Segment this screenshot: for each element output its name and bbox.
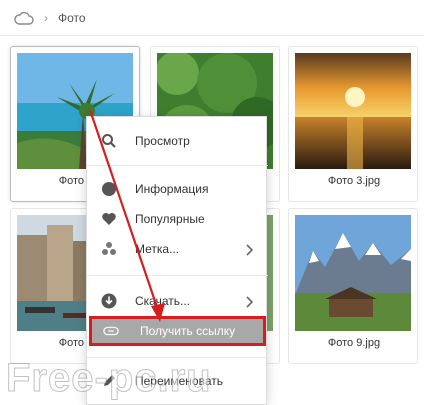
chevron-right-icon: ›	[44, 10, 48, 25]
heart-icon	[101, 211, 117, 227]
menu-item-info[interactable]: Информация	[87, 175, 268, 203]
photo-card[interactable]: Фото 9.jpg	[288, 208, 418, 364]
download-icon	[101, 293, 117, 309]
menu-item-get-link[interactable]: Получить ссылку	[89, 316, 266, 346]
menu-divider	[87, 165, 268, 166]
menu-item-tag[interactable]: Метка...	[87, 235, 268, 263]
tag-icon	[101, 241, 117, 257]
photo-card[interactable]: Фото 3.jpg	[288, 46, 418, 202]
cloud-icon[interactable]	[14, 11, 34, 25]
info-icon	[101, 181, 117, 197]
link-icon	[103, 323, 119, 339]
menu-item-download[interactable]: Скачать...	[87, 287, 268, 315]
photo-thumbnail[interactable]	[295, 53, 411, 169]
search-icon	[101, 133, 117, 149]
menu-divider	[87, 275, 268, 276]
photo-thumbnail[interactable]	[295, 215, 411, 331]
menu-item-view[interactable]: Просмотр	[87, 127, 268, 155]
chevron-right-icon	[246, 243, 254, 256]
watermark-logo: Free-pc.ru	[6, 356, 212, 401]
chevron-right-icon	[246, 295, 254, 308]
breadcrumb: › Фото	[0, 0, 424, 36]
breadcrumb-current[interactable]: Фото	[58, 11, 86, 25]
menu-item-favorites[interactable]: Популярные	[87, 205, 268, 233]
photo-caption: Фото 3.jpg	[327, 175, 381, 187]
photo-caption: Фото 9.jpg	[327, 337, 381, 349]
